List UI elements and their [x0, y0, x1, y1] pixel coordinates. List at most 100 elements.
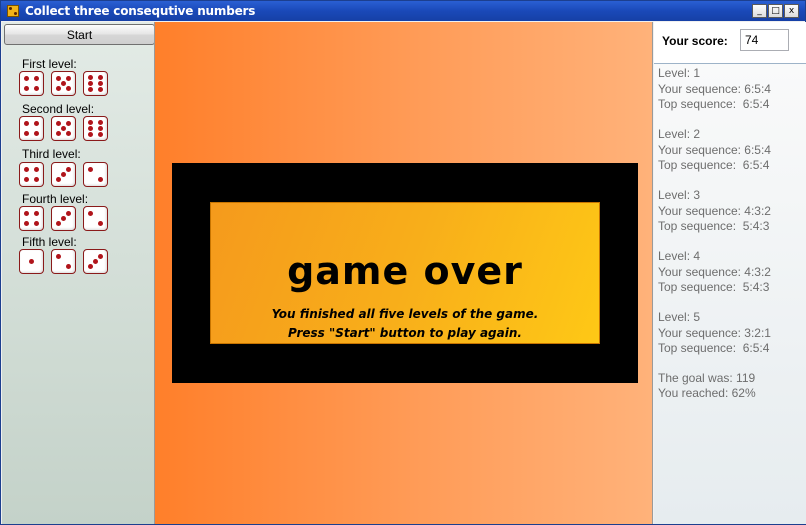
die-pip — [23, 210, 29, 216]
die-pip — [87, 126, 93, 131]
level-label: Third level: — [22, 147, 81, 161]
stat-your-sequence: Your sequence: 3:2:1 — [658, 325, 771, 340]
die-pip — [66, 264, 72, 270]
die-pip — [98, 221, 104, 227]
die-pip — [93, 259, 98, 264]
die-pip — [61, 216, 66, 221]
die-pip — [98, 253, 104, 259]
die-4 — [19, 71, 44, 96]
reached-text: You reached: 62% — [658, 386, 756, 400]
score-label: Your score: — [662, 34, 728, 48]
die-pip — [66, 86, 72, 92]
stat-your-sequence: Your sequence: 4:3:2 — [658, 203, 771, 218]
die-pip — [55, 86, 61, 92]
die-pip — [34, 75, 40, 81]
stat-top-sequence: Top sequence: 6:5:4 — [658, 97, 770, 111]
stat-top-sequence: Top sequence: 6:5:4 — [658, 341, 770, 355]
die-pip — [66, 131, 72, 137]
die-2 — [51, 249, 76, 274]
die-pip — [55, 253, 61, 259]
die-1 — [19, 249, 44, 274]
die-pip — [55, 75, 61, 81]
minimize-button[interactable]: _ — [752, 4, 767, 18]
die-pip — [87, 210, 93, 216]
die-pip — [23, 221, 29, 227]
stat-your-sequence: Your sequence: 4:3:2 — [658, 264, 771, 279]
stat-your-sequence: Your sequence: 6:5:4 — [658, 142, 771, 157]
die-pip — [98, 86, 104, 92]
game-window: Collect three consequtive numbers _ □ x … — [0, 0, 806, 525]
die-pip — [23, 75, 29, 81]
title-bar[interactable]: Collect three consequtive numbers _ □ x — [1, 1, 805, 21]
die-pip — [87, 81, 93, 86]
die-pip — [98, 75, 104, 81]
game-over-banner: game over You finished all five levels o… — [210, 202, 600, 344]
die-4 — [19, 116, 44, 141]
stat-level: Level: 2 — [658, 127, 701, 141]
die-pip — [34, 131, 40, 137]
die-pip — [61, 172, 66, 177]
die-3 — [83, 249, 108, 274]
die-pip — [55, 120, 61, 126]
die-pip — [87, 86, 93, 92]
die-pip — [66, 166, 72, 172]
die-pip — [98, 177, 104, 183]
start-button[interactable]: Start — [4, 24, 155, 45]
stat-level: Level: 4 — [658, 249, 701, 263]
level-label: Fourth level: — [22, 192, 89, 206]
die-4 — [19, 206, 44, 231]
die-pip — [34, 210, 40, 216]
level-label: Fifth level: — [22, 235, 77, 249]
die-pip — [34, 221, 40, 227]
die-3 — [51, 162, 76, 187]
die-pip — [55, 131, 61, 137]
die-pip — [34, 86, 40, 92]
stat-top-sequence: Top sequence: 6:5:4 — [658, 158, 770, 172]
die-pip — [23, 177, 29, 183]
game-board: game over You finished all five levels o… — [154, 22, 653, 524]
score-header: Your score: 74 — [654, 22, 806, 64]
die-pip — [23, 166, 29, 172]
game-over-title: game over — [287, 249, 523, 293]
die-pip — [34, 120, 40, 126]
die-2 — [83, 206, 108, 231]
finish-message: You finished all five levels of the game… — [271, 307, 539, 321]
die-pip — [66, 120, 72, 126]
restart-hint: Press "Start" button to play again. — [288, 326, 522, 340]
die-2 — [83, 162, 108, 187]
die-pip — [55, 177, 61, 183]
die-pip — [55, 221, 61, 227]
score-panel: Your score: 74 Level: 1 Your sequence: 6:… — [654, 22, 806, 524]
die-4 — [19, 162, 44, 187]
die-pip — [23, 120, 29, 126]
stat-level: Level: 1 — [658, 66, 701, 80]
die-pip — [87, 166, 93, 172]
die-pip — [87, 120, 93, 126]
stat-your-sequence: Your sequence: 6:5:4 — [658, 81, 771, 96]
stat-top-sequence: Top sequence: 5:4:3 — [658, 219, 770, 233]
die-3 — [51, 206, 76, 231]
level-label: First level: — [22, 57, 77, 71]
die-6 — [83, 71, 108, 96]
stat-level: Level: 5 — [658, 310, 701, 324]
die-pip — [34, 166, 40, 172]
die-pip — [87, 75, 93, 81]
goal-text: The goal was: 119 — [658, 371, 756, 385]
die-pip — [23, 131, 29, 137]
window-title: Collect three consequtive numbers — [25, 4, 256, 18]
die-pip — [61, 126, 66, 131]
maximize-button[interactable]: □ — [768, 4, 783, 18]
close-button[interactable]: x — [784, 4, 799, 18]
die-5 — [51, 116, 76, 141]
die-6 — [83, 116, 108, 141]
die-pip — [61, 81, 66, 86]
die-pip — [98, 81, 104, 86]
stat-top-sequence: Top sequence: 5:4:3 — [658, 280, 770, 294]
die-pip — [66, 75, 72, 81]
die-pip — [87, 131, 93, 137]
levels-panel: Start First level: Second level: Third lev… — [2, 22, 155, 524]
score-field[interactable]: 74 — [740, 29, 789, 51]
die-pip — [29, 259, 34, 264]
level-label: Second level: — [22, 102, 95, 116]
die-pip — [98, 120, 104, 126]
